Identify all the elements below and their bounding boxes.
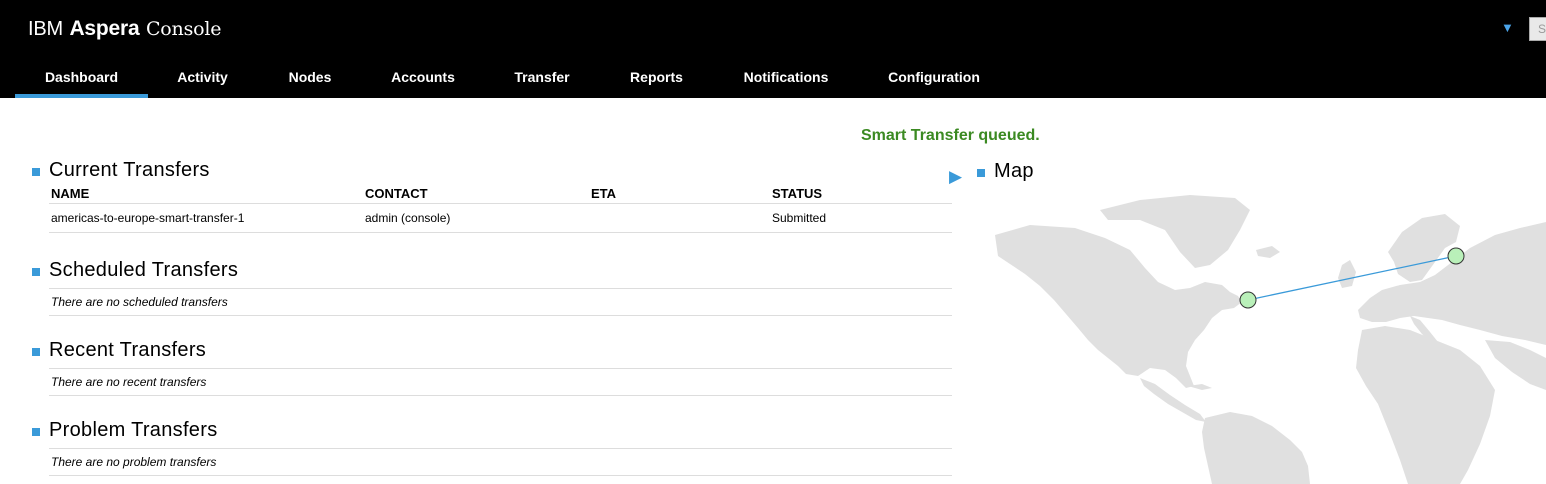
table-header: NAME CONTACT ETA STATUS	[49, 183, 952, 204]
tab-configuration[interactable]: Configuration	[860, 58, 1008, 98]
app-logo[interactable]: IBM Aspera Console	[28, 16, 221, 41]
tab-dashboard[interactable]: Dashboard	[15, 58, 148, 98]
world-map[interactable]	[990, 190, 1546, 484]
current-transfers-section: Current Transfers NAME CONTACT ETA STATU…	[32, 157, 952, 233]
transfer-name[interactable]: americas-to-europe-smart-transfer-1	[49, 211, 365, 225]
empty-message: There are no recent transfers	[49, 368, 952, 396]
current-transfers-table: NAME CONTACT ETA STATUS americas-to-euro…	[49, 183, 952, 233]
tab-notifications[interactable]: Notifications	[712, 58, 860, 98]
collapse-map-arrow-icon[interactable]: ▶	[949, 167, 962, 187]
tab-reports[interactable]: Reports	[601, 58, 712, 98]
section-title[interactable]: Problem Transfers	[49, 419, 218, 442]
brand-aspera: Aspera	[69, 17, 140, 40]
problem-transfers-section: Problem Transfers There are no problem t…	[32, 417, 952, 476]
user-menu-dropdown-icon[interactable]: ▼	[1501, 20, 1514, 35]
map-land	[995, 195, 1546, 484]
tab-transfer[interactable]: Transfer	[483, 58, 601, 98]
transfer-contact: admin (console)	[365, 211, 451, 225]
col-status[interactable]: STATUS	[772, 186, 952, 203]
top-header: IBM Aspera Console ▼ S Dashboard Activit…	[0, 0, 1546, 98]
section-title[interactable]: Scheduled Transfers	[49, 259, 238, 282]
tab-accounts[interactable]: Accounts	[363, 58, 483, 98]
node-marker-europe[interactable]	[1447, 247, 1465, 265]
section-bullet-icon	[977, 169, 985, 177]
status-message: Smart Transfer queued.	[861, 127, 1040, 144]
section-bullet-icon	[32, 428, 40, 436]
tab-nodes[interactable]: Nodes	[257, 58, 363, 98]
tab-activity[interactable]: Activity	[148, 58, 257, 98]
recent-transfers-section: Recent Transfers There are no recent tra…	[32, 337, 952, 396]
scheduled-transfers-section: Scheduled Transfers There are no schedul…	[32, 257, 952, 316]
transfer-status: Submitted	[772, 211, 827, 225]
section-bullet-icon	[32, 268, 40, 276]
section-bullet-icon	[32, 168, 40, 176]
search-input[interactable]: S	[1529, 17, 1546, 41]
section-title[interactable]: Recent Transfers	[49, 339, 206, 362]
empty-message: There are no scheduled transfers	[49, 288, 952, 316]
brand-console: Console	[145, 18, 222, 40]
brand-ibm: IBM	[28, 18, 63, 40]
section-bullet-icon	[32, 348, 40, 356]
main-nav: Dashboard Activity Nodes Accounts Transf…	[15, 58, 1008, 98]
col-name[interactable]: NAME	[49, 186, 365, 203]
section-title[interactable]: Current Transfers	[49, 159, 210, 182]
col-contact[interactable]: CONTACT	[365, 186, 591, 203]
node-marker-americas[interactable]	[1239, 291, 1257, 309]
col-eta[interactable]: ETA	[591, 186, 772, 203]
map-title: Map	[994, 159, 1034, 182]
empty-message: There are no problem transfers	[49, 448, 952, 476]
table-row[interactable]: americas-to-europe-smart-transfer-1 admi…	[49, 204, 952, 233]
map-header: Map	[977, 158, 1034, 184]
